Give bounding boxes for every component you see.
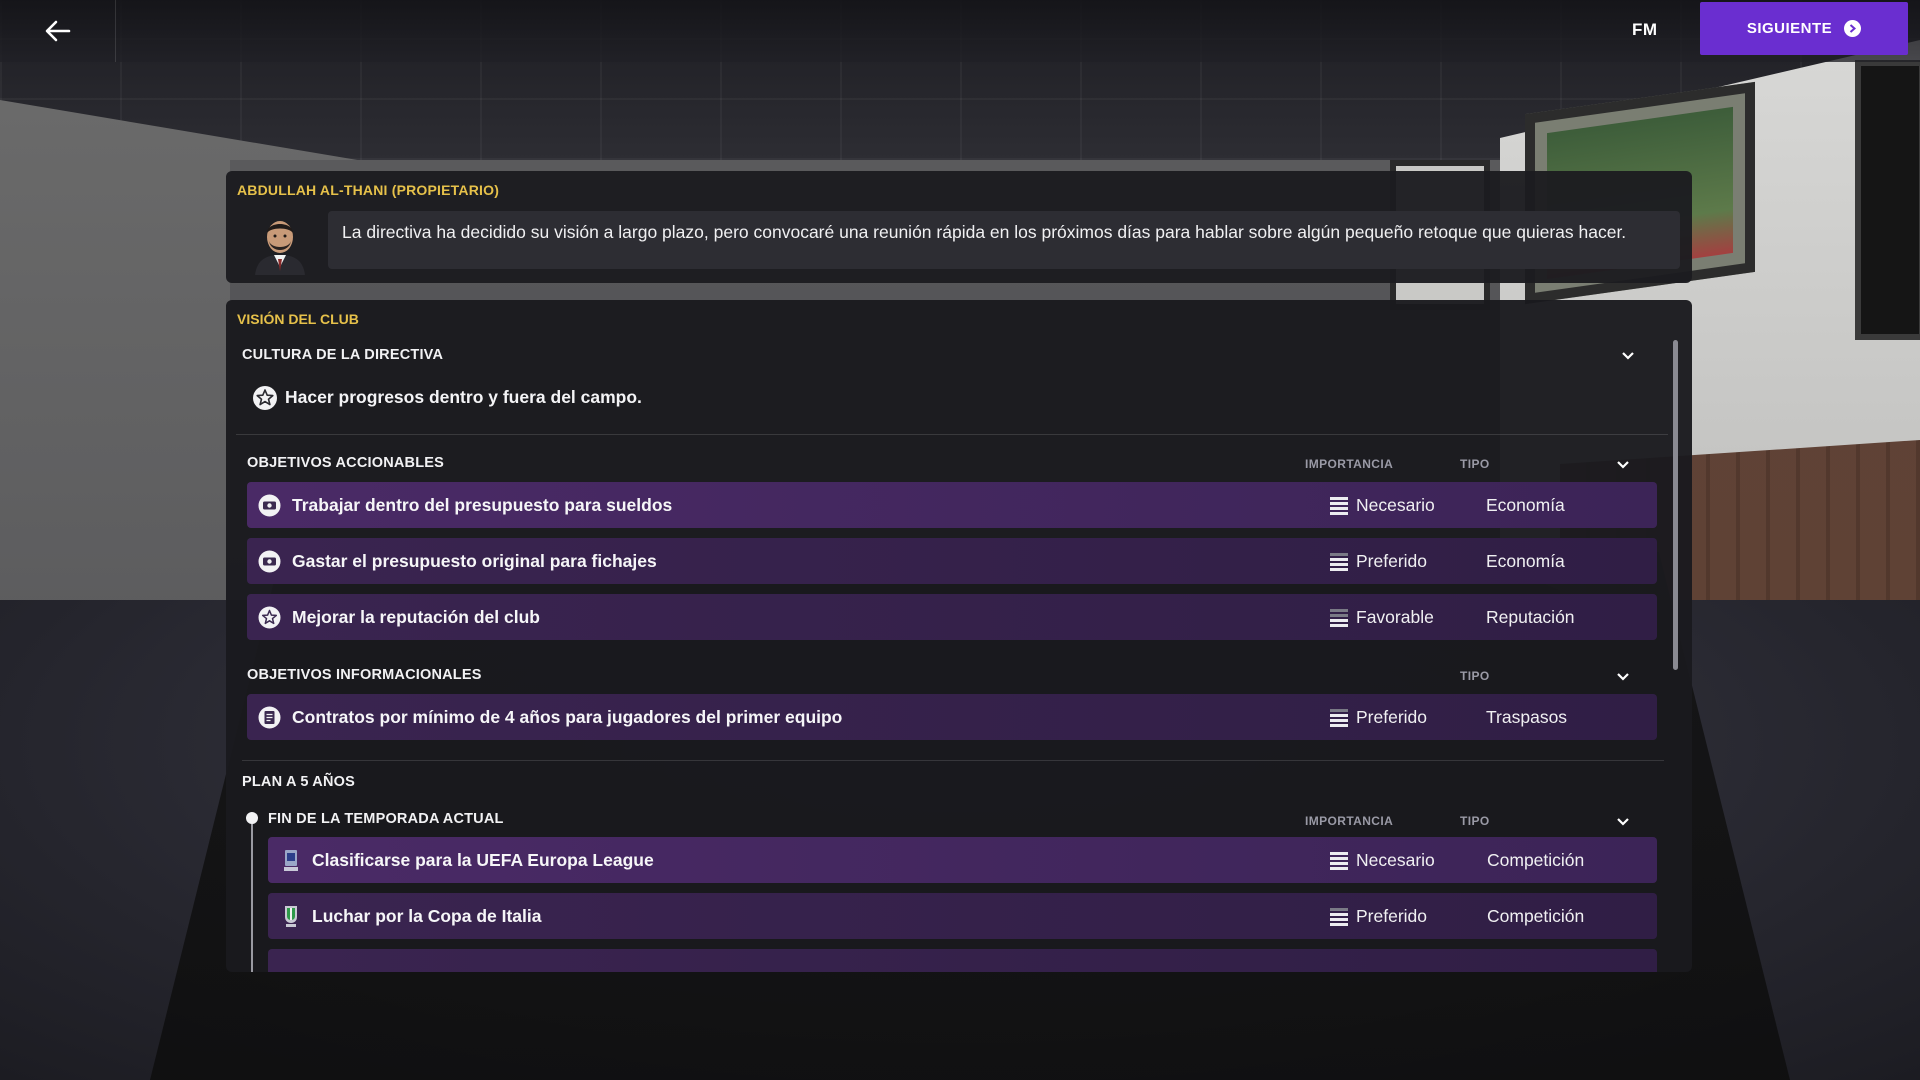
objective-label: Gastar el presupuesto original para fich… [292,551,657,571]
next-button-label: SIGUIENTE [1746,20,1833,37]
objective-row[interactable]: Luchar por la Copa de Italia Preferido C… [268,893,1657,939]
importance-column-header[interactable]: IMPORTANCIA [1305,814,1393,828]
timeline-line [251,824,253,972]
type-value: Traspasos [1486,707,1568,727]
type-value: Reputación [1486,607,1575,627]
section-title: VISIÓN DEL CLUB [237,311,359,327]
owner-message: La directiva ha decidido su visión a lar… [328,211,1680,269]
scrollbar[interactable] [1673,340,1678,670]
divider [236,434,1668,435]
culture-statement: Hacer progresos dentro y fuera del campo… [285,387,642,407]
importance-bars-icon [1330,851,1348,870]
next-button[interactable]: SIGUIENTE [1700,2,1908,55]
importance-value: Necesario [1356,495,1435,515]
objective-row[interactable]: Gastar el presupuesto original para fich… [247,538,1657,584]
importance-bars-icon [1330,907,1348,926]
five-year-plan-heading: PLAN A 5 AÑOS [242,774,355,790]
europa-league-icon [279,849,302,872]
money-icon [258,550,281,573]
importance-cell: Preferido [1330,551,1427,572]
type-value: Competición [1487,906,1585,926]
arrow-right-circle-icon [1844,20,1862,37]
importance-value: Preferido [1356,551,1428,571]
actionable-heading: OBJETIVOS ACCIONABLES [247,455,445,471]
objective-row[interactable]: Mejorar la reputación del club Favorable… [247,594,1657,640]
importance-cell: Preferido [1330,707,1427,728]
importance-bars-icon [1330,708,1348,727]
objective-label: Luchar por la Copa de Italia [312,906,542,926]
star-icon [258,606,281,629]
wall-screen [1855,60,1920,340]
importance-cell: Preferido [1330,906,1427,927]
importance-value: Preferido [1356,707,1428,727]
chevron-down-icon[interactable] [1616,672,1630,682]
objective-label: Contratos por mínimo de 4 años para juga… [292,707,843,727]
importance-cell: Favorable [1330,607,1434,628]
objective-label: Trabajar dentro del presupuesto para sue… [292,495,673,515]
importance-value: Favorable [1356,607,1434,627]
importance-bars-icon [1330,496,1348,515]
objective-row[interactable]: Clasificarse para la UEFA Europa League … [268,837,1657,883]
type-column-header[interactable]: TIPO [1460,669,1490,683]
type-column-header[interactable]: TIPO [1460,814,1490,828]
culture-heading: CULTURA DE LA DIRECTIVA [242,347,444,363]
importance-column-header[interactable]: IMPORTANCIA [1305,457,1393,471]
fm-logo: FM [1632,20,1658,39]
timeline-dot [246,812,258,824]
money-icon [258,494,281,517]
objective-label: Clasificarse para la UEFA Europa League [312,850,654,870]
top-bar: FM SIGUIENTE [0,0,1920,62]
type-column-header[interactable]: TIPO [1460,457,1490,471]
type-value: Economía [1486,495,1565,515]
back-button[interactable] [0,0,116,62]
informational-heading: OBJETIVOS INFORMACIONALES [247,667,482,683]
star-icon [253,386,277,410]
objective-row[interactable]: Trabajar dentro del presupuesto para sue… [247,482,1657,528]
importance-value: Preferido [1356,906,1428,926]
importance-bars-icon [1330,608,1348,627]
importance-cell: Necesario [1330,495,1435,516]
chevron-down-icon[interactable] [1616,817,1630,827]
importance-value: Necesario [1356,850,1435,870]
type-value: Economía [1486,551,1565,571]
chevron-down-icon[interactable] [1616,460,1630,470]
owner-avatar [249,211,311,275]
club-vision-panel: VISIÓN DEL CLUB CULTURA DE LA DIRECTIVA … [226,300,1692,972]
contract-icon [258,706,281,729]
objective-row[interactable]: Contratos por mínimo de 4 años para juga… [247,694,1657,740]
objective-row-partial[interactable] [268,949,1657,972]
plan-stage-heading: FIN DE LA TEMPORADA ACTUAL [268,811,504,827]
importance-bars-icon [1330,552,1348,571]
importance-cell: Necesario [1330,850,1435,871]
objective-label: Mejorar la reputación del club [292,607,540,627]
arrow-left-icon [45,20,70,42]
owner-message-panel: ABDULLAH AL-THANI (PROPIETARIO) La direc… [226,171,1692,283]
coppa-italia-icon [279,905,302,928]
divider [242,760,1664,761]
chevron-down-icon[interactable] [1621,351,1635,361]
type-value: Competición [1487,850,1585,870]
owner-name: ABDULLAH AL-THANI (PROPIETARIO) [237,182,500,198]
